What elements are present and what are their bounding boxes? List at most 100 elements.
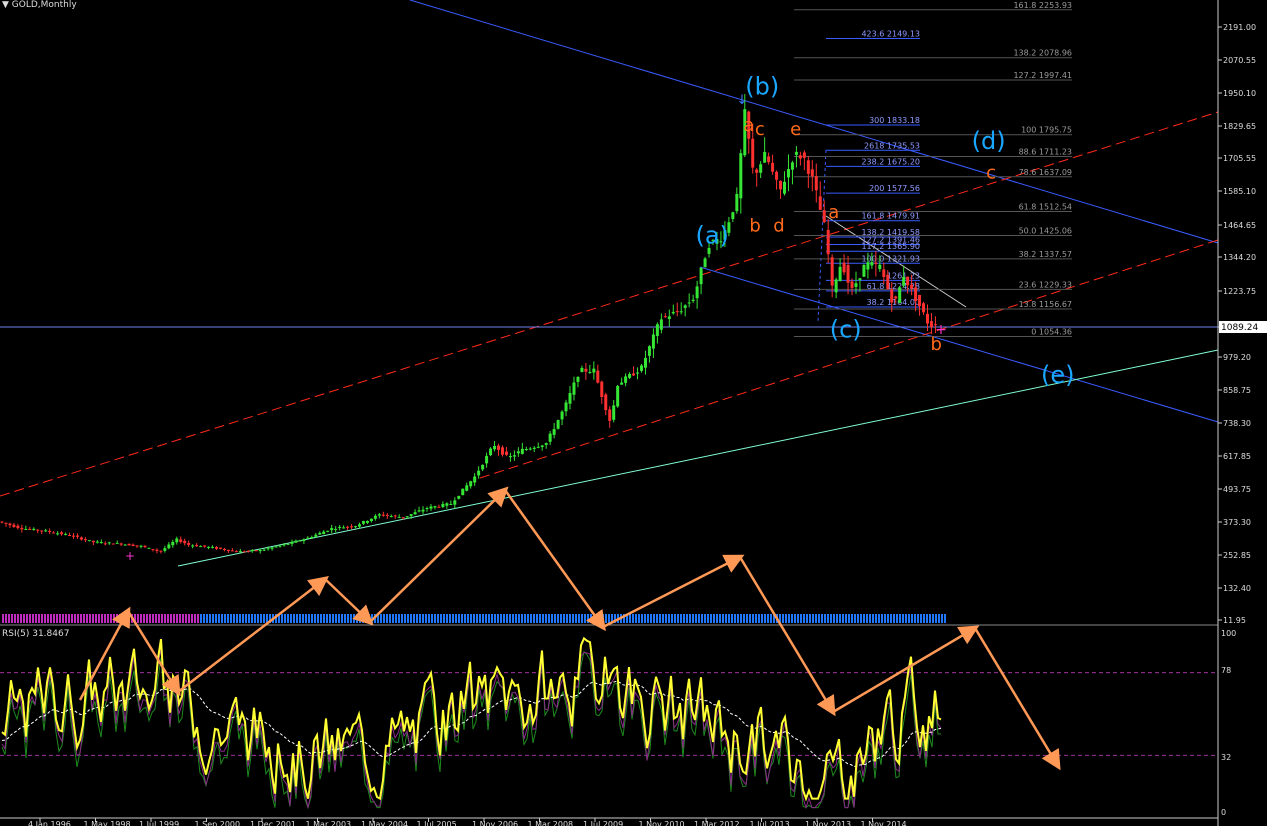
strip-bar	[494, 614, 496, 623]
wave-label: b	[749, 216, 760, 237]
strip-bar	[893, 614, 895, 623]
price-label: 11.95	[1223, 616, 1246, 625]
chart-header[interactable]: ▼ GOLD,Monthly	[2, 0, 77, 10]
strip-bar	[554, 614, 556, 623]
candle-body	[115, 542, 119, 544]
candle-body	[87, 540, 91, 542]
candle-body	[373, 515, 377, 519]
price-label: 1464.65	[1223, 221, 1256, 230]
candle-body	[318, 532, 322, 535]
candle-body	[902, 276, 906, 286]
strip-bar	[605, 614, 607, 623]
strip-bar	[914, 614, 916, 623]
time-label: 1 Mar 2008	[528, 820, 574, 826]
strip-bar	[233, 614, 235, 623]
strip-bar	[566, 614, 568, 623]
candle-body	[925, 313, 929, 324]
strip-bar	[692, 614, 694, 623]
strip-bar	[662, 614, 664, 623]
candle-body	[79, 537, 83, 540]
candle-body	[504, 451, 508, 455]
candle-body	[322, 531, 326, 535]
candle-body	[99, 542, 103, 544]
candle-body	[68, 534, 72, 536]
strip-bar	[311, 614, 313, 623]
candle-body	[365, 520, 369, 523]
candle-body	[111, 543, 115, 545]
strip-bar	[704, 614, 706, 623]
time-label: 1 Nov 2010	[639, 820, 685, 826]
strip-bar	[641, 614, 643, 623]
strip-bar	[98, 614, 100, 623]
indicator-strip	[2, 614, 946, 623]
strip-bar	[551, 614, 553, 623]
fib-ext-label: 2618 1735.53	[864, 141, 920, 150]
candle-body	[695, 286, 699, 299]
strip-bar	[842, 614, 844, 623]
candle-body	[465, 485, 469, 491]
strip-bar	[146, 614, 148, 623]
strip-bar	[206, 614, 208, 623]
wave-label: b	[931, 334, 942, 355]
strip-bar	[8, 614, 10, 623]
candle-body	[683, 305, 687, 308]
candle-body	[346, 526, 350, 528]
strip-bar	[632, 614, 634, 623]
price-label: 252.85	[1223, 551, 1251, 560]
strip-bar	[431, 614, 433, 623]
candle-body	[143, 545, 147, 548]
strip-bar	[728, 614, 730, 623]
wave-label: d	[773, 216, 784, 237]
candle-body	[731, 212, 735, 219]
candle-body	[246, 550, 250, 552]
strip-bar	[821, 614, 823, 623]
strip-bar	[59, 614, 61, 623]
strip-bar	[455, 614, 457, 623]
candle-body	[48, 530, 52, 533]
strip-bar	[839, 614, 841, 623]
candle-body	[258, 549, 262, 552]
strip-bar	[56, 614, 58, 623]
strip-bar	[221, 614, 223, 623]
candle-body	[270, 547, 274, 549]
fib-level-label: 88.6 1711.23	[1019, 148, 1072, 157]
price-label: 132.40	[1223, 584, 1251, 593]
strip-bar	[803, 614, 805, 623]
candle-body	[810, 169, 814, 177]
wave-label: a	[743, 115, 754, 136]
candle-body	[32, 528, 36, 530]
strip-bar	[119, 614, 121, 623]
candle-body	[369, 518, 373, 522]
candle-body	[342, 527, 346, 529]
strip-bar	[863, 614, 865, 623]
candle-body	[489, 448, 493, 456]
strip-bar	[689, 614, 691, 623]
candle-body	[75, 535, 79, 537]
candle-body	[826, 229, 830, 255]
strip-bar	[830, 614, 832, 623]
strip-bar	[26, 614, 28, 623]
strip-bar	[542, 614, 544, 623]
strip-bar	[845, 614, 847, 623]
strip-bar	[425, 614, 427, 623]
candle-body	[441, 503, 445, 508]
candle-body	[536, 446, 540, 448]
candle-body	[28, 529, 32, 531]
candle-body	[262, 549, 266, 551]
strip-bar	[749, 614, 751, 623]
strip-bar	[809, 614, 811, 623]
strip-bar	[137, 614, 139, 623]
candle-body	[818, 196, 822, 210]
candle-body	[179, 539, 183, 542]
strip-bar	[884, 614, 886, 623]
candle-body	[802, 152, 806, 158]
candle-body	[493, 445, 497, 450]
strip-bar	[452, 614, 454, 623]
triangle-down-icon[interactable]: ▼	[2, 0, 9, 10]
strip-bar	[164, 614, 166, 623]
candle-body	[40, 530, 44, 532]
strip-bar	[911, 614, 913, 623]
candle-body	[556, 420, 560, 429]
strip-bar	[857, 614, 859, 623]
candle-body	[739, 153, 743, 199]
